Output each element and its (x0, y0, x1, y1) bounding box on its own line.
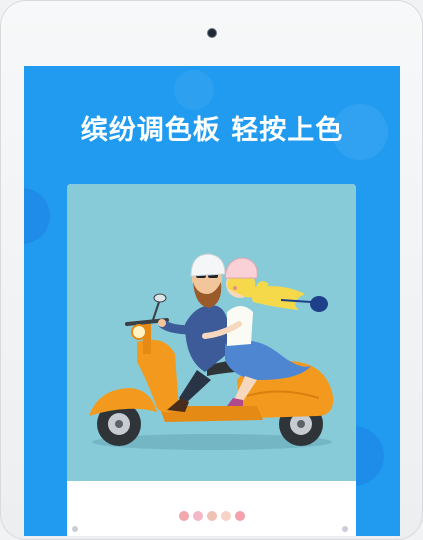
app-screen: 缤纷调色板 轻按上色 (24, 66, 400, 536)
scooter-illustration (89, 253, 334, 450)
color-swatch[interactable] (179, 511, 189, 521)
color-swatch[interactable] (193, 511, 203, 521)
color-swatch[interactable] (235, 511, 245, 521)
color-swatch[interactable] (207, 511, 217, 521)
color-swatch[interactable] (221, 511, 231, 521)
right-nav-dot[interactable] (342, 526, 348, 532)
coloring-card[interactable] (67, 184, 356, 536)
coloring-canvas[interactable] (67, 184, 356, 481)
promo-headline: 缤纷调色板 轻按上色 (80, 115, 344, 146)
tablet-frame: 缤纷调色板 轻按上色 (0, 0, 423, 540)
left-nav-dot[interactable] (72, 526, 78, 532)
decor-bubble (174, 70, 214, 110)
camera-icon (208, 29, 216, 37)
decor-bubble (24, 188, 50, 244)
